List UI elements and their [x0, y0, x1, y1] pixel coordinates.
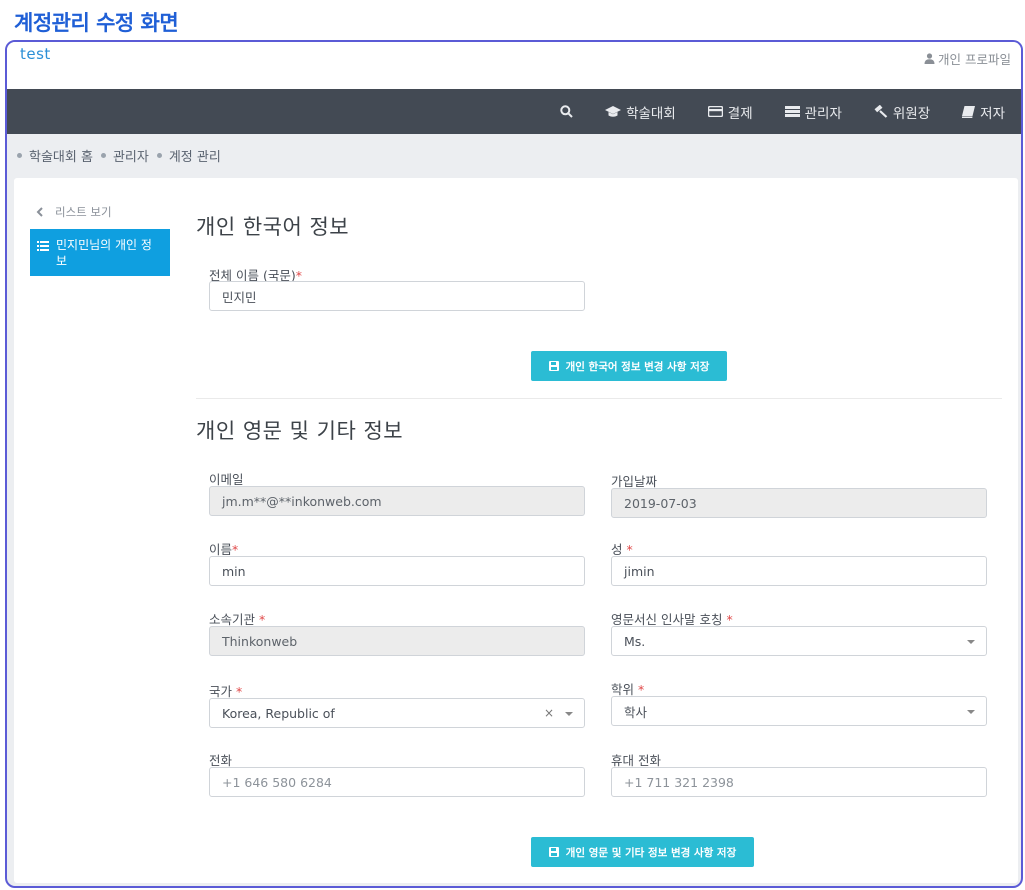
- nav-chair[interactable]: 위원장: [874, 102, 930, 122]
- required-mark: *: [236, 684, 243, 699]
- last-name-label-text: 성: [611, 542, 623, 557]
- chevron-down-icon: [565, 712, 573, 716]
- breadcrumb-account-label: 계정 관리: [168, 150, 221, 165]
- credit-card-icon: [707, 106, 723, 117]
- required-mark: *: [259, 612, 266, 627]
- breadcrumb-item-home[interactable]: 학술대회 홈: [17, 146, 93, 165]
- nav-payment-label: 결제: [727, 105, 753, 122]
- first-name-label-text: 이름: [209, 542, 233, 557]
- page-caption: 계정관리 수정 화면: [14, 11, 179, 35]
- salutation-label-text: 영문서신 인사말 호칭: [611, 612, 723, 627]
- full-name-value: 민지민: [222, 289, 257, 305]
- breadcrumb-admin-label: 관리자: [112, 150, 149, 165]
- country-select[interactable]: Korea, Republic of ×: [209, 698, 585, 728]
- save-korean-label: 개인 한국어 정보 변경 사항 저장: [565, 360, 710, 373]
- profile-link[interactable]: 개인 프로파일: [924, 49, 1011, 68]
- required-mark: *: [638, 682, 645, 697]
- top-bar: test 개인 프로파일: [7, 42, 1021, 89]
- save-icon: [548, 847, 559, 857]
- mobile-placeholder: +1 711 321 2398: [624, 774, 734, 790]
- breadcrumb-item-account[interactable]: 계정 관리: [156, 146, 221, 165]
- search-icon: [560, 105, 573, 118]
- content-panel: 리스트 보기 민지민님의 개인 정보 개인 한국어 정보 전체 이름 (국문)*…: [14, 178, 1018, 883]
- country-value: Korea, Republic of: [222, 705, 335, 721]
- breadcrumb-dot-icon: [17, 153, 22, 158]
- nav-admin[interactable]: 관리자: [784, 102, 842, 122]
- join-date-input: 2019-07-03: [611, 488, 987, 518]
- nav-author-label: 저자: [980, 105, 1005, 122]
- affiliation-input: Thinkonweb: [209, 626, 585, 656]
- nav-search[interactable]: [560, 105, 573, 118]
- degree-value: 학사: [624, 704, 648, 720]
- salutation-value: Ms.: [624, 633, 646, 649]
- nav-admin-label: 관리자: [804, 105, 842, 122]
- gavel-icon: [874, 105, 888, 118]
- first-name-input[interactable]: min: [209, 556, 585, 586]
- breadcrumb-dot-icon: [100, 153, 106, 158]
- graduation-cap-icon: [605, 105, 622, 117]
- save-english-button[interactable]: 개인 영문 및 기타 정보 변경 사항 저장: [531, 837, 754, 867]
- country-label-text: 국가: [209, 684, 233, 699]
- book-icon: [962, 105, 976, 118]
- required-mark: *: [626, 542, 633, 557]
- required-mark: *: [726, 612, 733, 627]
- affiliation-label-text: 소속기관: [209, 612, 256, 627]
- list-icon: [37, 241, 49, 251]
- full-name-input[interactable]: 민지민: [209, 281, 585, 311]
- nav-chair-label: 위원장: [892, 105, 931, 122]
- brand-logo[interactable]: test: [20, 45, 51, 63]
- last-name-value: jimin: [624, 563, 655, 579]
- user-icon: [924, 53, 935, 64]
- email-input: jm.m**@**inkonweb.com: [209, 486, 585, 516]
- back-to-list-link[interactable]: 리스트 보기: [36, 204, 112, 220]
- breadcrumb-item-admin[interactable]: 관리자: [100, 146, 149, 165]
- sidebar-item-personal-info[interactable]: 민지민님의 개인 정보: [30, 229, 170, 276]
- breadcrumb-home-label: 학술대회 홈: [29, 150, 93, 165]
- salutation-select[interactable]: Ms.: [611, 626, 987, 656]
- breadcrumb: 학술대회 홈 관리자 계정 관리: [17, 146, 229, 165]
- chevron-down-icon: [967, 640, 975, 644]
- required-mark: *: [232, 542, 239, 557]
- nav-conference[interactable]: 학술대회: [605, 102, 676, 122]
- mobile-input[interactable]: +1 711 321 2398: [611, 767, 987, 797]
- main-navbar: 학술대회 결제 관리자 위원장 저자: [7, 89, 1021, 134]
- server-icon: [784, 106, 800, 117]
- profile-label: 개인 프로파일: [938, 52, 1011, 67]
- last-name-input[interactable]: jimin: [611, 556, 987, 586]
- english-section-title: 개인 영문 및 기타 정보: [196, 419, 404, 443]
- degree-label-text: 학위: [611, 682, 635, 697]
- join-date-value: 2019-07-03: [624, 495, 697, 511]
- save-icon: [548, 361, 559, 371]
- chevron-down-icon: [967, 710, 975, 714]
- first-name-value: min: [222, 563, 246, 579]
- phone-input[interactable]: +1 646 580 6284: [209, 767, 585, 797]
- save-english-label: 개인 영문 및 기타 정보 변경 사항 저장: [565, 846, 737, 859]
- phone-placeholder: +1 646 580 6284: [222, 774, 332, 790]
- korean-section-title: 개인 한국어 정보: [196, 215, 350, 239]
- chevron-left-icon: [36, 207, 43, 217]
- section-divider: [196, 398, 1002, 399]
- clear-icon[interactable]: ×: [544, 706, 554, 720]
- email-value: jm.m**@**inkonweb.com: [222, 493, 382, 509]
- save-korean-button[interactable]: 개인 한국어 정보 변경 사항 저장: [531, 351, 727, 381]
- affiliation-value: Thinkonweb: [222, 633, 298, 649]
- nav-payment[interactable]: 결제: [707, 102, 753, 122]
- browser-frame: test 개인 프로파일 학술대회 결제 관리자 위원장 저자 학술대회 홈 관…: [5, 40, 1023, 888]
- nav-author[interactable]: 저자: [962, 102, 1005, 122]
- degree-select[interactable]: 학사: [611, 696, 987, 726]
- breadcrumb-dot-icon: [156, 153, 162, 158]
- nav-conference-label: 학술대회: [626, 105, 676, 122]
- back-to-list-label: 리스트 보기: [55, 205, 112, 219]
- sidebar-item-label: 민지민님의 개인 정보: [56, 238, 152, 268]
